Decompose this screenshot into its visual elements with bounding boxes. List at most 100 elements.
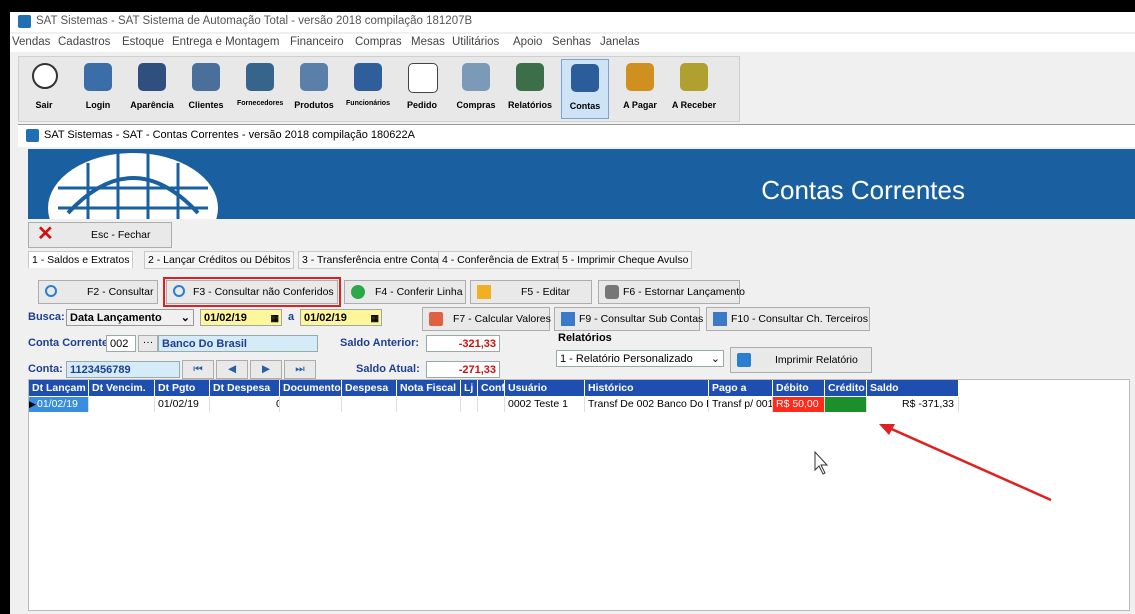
toolbar-clientes-button[interactable]: Clientes	[183, 59, 229, 117]
menu-entrega[interactable]: Entrega e Montagem	[172, 36, 279, 48]
search-list-icon	[561, 312, 575, 326]
toolbar-sair-button[interactable]: Sair	[21, 59, 67, 117]
menu-utilitarios[interactable]: Utilitários	[452, 36, 499, 48]
search-icon	[173, 285, 185, 297]
child-title: SAT Sistemas - SAT - Contas Correntes - …	[44, 129, 415, 141]
calculator-icon	[429, 312, 443, 326]
date-from-value: 01/02/19	[204, 312, 247, 324]
toolbar-fornecedores-button[interactable]: Fornecedores	[237, 59, 283, 117]
menu-apoio[interactable]: Apoio	[513, 36, 542, 48]
close-label: Esc - Fechar	[91, 229, 151, 241]
calcular-valores-button[interactable]: F7 - Calcular Valores	[422, 307, 551, 331]
next-record-button[interactable]: ▶	[250, 360, 282, 379]
toolbar-apagar-button[interactable]: A Pagar	[617, 59, 663, 117]
lookup-button[interactable]: ···	[138, 335, 158, 352]
toolbar-label: Produtos	[294, 100, 334, 110]
menu-compras[interactable]: Compras	[355, 36, 402, 48]
saldo-anterior-value: -321,33	[426, 335, 500, 352]
calendar-icon[interactable]: ▦	[370, 310, 379, 327]
banner: Contas Correntes	[28, 149, 1135, 219]
contas-correntes-window: SAT Sistemas - SAT - Contas Correntes - …	[18, 124, 1135, 614]
conta-corrente-code[interactable]: 002	[106, 335, 136, 352]
toolbar-relatorios-button[interactable]: Relatórios	[507, 59, 553, 117]
consultar-button[interactable]: F2 - Consultar	[38, 280, 158, 304]
check-icon	[351, 285, 365, 299]
busca-label: Busca:	[28, 311, 65, 323]
estornar-button[interactable]: F6 - Estornar Lançamento	[598, 280, 745, 304]
money-icon	[571, 64, 599, 92]
date-to-field[interactable]: 01/02/19 ▦	[300, 309, 382, 326]
consultar-nao-conferidos-button[interactable]: F3 - Consultar não Conferidos	[163, 277, 341, 307]
annotation-arrow	[814, 424, 1052, 502]
saldo-atual-value: -271,33	[426, 361, 500, 378]
conta-label: Conta:	[28, 363, 63, 375]
consultar-label: F2 - Consultar	[87, 286, 154, 298]
relatorio-select[interactable]: 1 - Relatório Personalizado ⌄	[556, 350, 724, 367]
imprimir-relatorio-button[interactable]: Imprimir Relatório	[730, 347, 872, 373]
conta-corrente-label: Conta Corrente:	[28, 337, 112, 349]
saldo-anterior-label: Saldo Anterior:	[340, 337, 420, 349]
date-from-field[interactable]: 01/02/19 ▦	[200, 309, 282, 326]
child-titlebar: SAT Sistemas - SAT - Contas Correntes - …	[18, 125, 1135, 147]
busca-value: Data Lançamento	[70, 312, 162, 324]
close-button[interactable]: ✕ Esc - Fechar	[28, 222, 172, 248]
toolbar-label: Login	[85, 100, 111, 110]
window-icon	[26, 129, 39, 142]
imprimir-label: Imprimir Relatório	[775, 354, 858, 366]
app-window: SAT Sistemas - SAT Sistema de Automação …	[10, 12, 1135, 614]
busca-select[interactable]: Data Lançamento ⌄	[66, 309, 194, 326]
menu-vendas[interactable]: Vendas	[12, 36, 50, 48]
menu-financeiro[interactable]: Financeiro	[290, 36, 344, 48]
toolbar-pedido-button[interactable]: Pedido	[399, 59, 445, 117]
date-to-value: 01/02/19	[304, 312, 347, 324]
menu-janelas[interactable]: Janelas	[600, 36, 640, 48]
menu-senhas[interactable]: Senhas	[552, 36, 591, 48]
toolbar-label: Pedido	[406, 100, 437, 110]
tab-lancar[interactable]: 2 - Lançar Créditos ou Débitos	[144, 251, 295, 269]
main-toolbar: Sair Login Aparência Clientes Fornecedor…	[18, 56, 740, 122]
edit-icon	[477, 285, 491, 299]
chevron-down-icon: ⌄	[180, 312, 190, 324]
prev-record-button[interactable]: ◀	[216, 360, 248, 379]
toolbar-label: A Receber	[671, 100, 717, 110]
employees-icon	[354, 63, 382, 91]
conferir-linha-button[interactable]: F4 - Conferir Linha	[344, 280, 466, 304]
last-record-button[interactable]: ⏭	[284, 360, 316, 379]
mouse-cursor-icon	[814, 450, 829, 475]
first-record-button[interactable]: ⏮	[182, 360, 214, 379]
search-icon	[45, 285, 57, 297]
editar-button[interactable]: F5 - Editar	[470, 280, 592, 304]
calendar-icon[interactable]: ▦	[270, 310, 279, 327]
pay-icon	[626, 63, 654, 91]
toolbar-label: Relatórios	[507, 100, 552, 110]
toolbar-login-button[interactable]: Login	[75, 59, 121, 117]
toolbar-contas-button[interactable]: Contas	[561, 59, 609, 119]
tab-cheque[interactable]: 5 - Imprimir Cheque Avulso	[558, 251, 693, 269]
toolbar-produtos-button[interactable]: Produtos	[291, 59, 337, 117]
power-icon	[32, 63, 58, 89]
tab-conferencia[interactable]: 4 - Conferência de Extrato	[438, 251, 569, 269]
cart-icon	[462, 63, 490, 91]
calcular-label: F7 - Calcular Valores	[453, 313, 551, 325]
users-icon	[84, 63, 112, 91]
estornar-label: F6 - Estornar Lançamento	[623, 286, 745, 298]
tab-saldos[interactable]: 1 - Saldos e Extratos	[28, 251, 134, 268]
tab-transferencia[interactable]: 3 - Transferência entre Contas	[298, 251, 448, 269]
toolbar-label: A Pagar	[623, 100, 657, 110]
relatorios-label: Relatórios	[558, 332, 612, 344]
cheques-terceiros-button[interactable]: F10 - Consultar Ch. Terceiros	[706, 307, 870, 331]
banner-title: Contas Correntes	[761, 175, 965, 205]
sub-contas-button[interactable]: F9 - Consultar Sub Contas	[554, 307, 703, 331]
toolbar-areceber-button[interactable]: A Receber	[671, 59, 717, 117]
cheques-terceiros-label: F10 - Consultar Ch. Terceiros	[731, 313, 868, 325]
main-title: SAT Sistemas - SAT Sistema de Automação …	[36, 15, 473, 27]
menu-cadastros[interactable]: Cadastros	[58, 36, 110, 48]
menu-mesas[interactable]: Mesas	[411, 36, 445, 48]
toolbar-compras-button[interactable]: Compras	[453, 59, 499, 117]
conferir-linha-label: F4 - Conferir Linha	[375, 286, 463, 298]
toolbar-funcionarios-button[interactable]: Funcionários	[345, 59, 391, 117]
date-separator: a	[288, 311, 295, 323]
menu-estoque[interactable]: Estoque	[122, 36, 164, 48]
toolbar-aparencia-button[interactable]: Aparência	[129, 59, 175, 117]
monitor-icon	[138, 63, 166, 91]
